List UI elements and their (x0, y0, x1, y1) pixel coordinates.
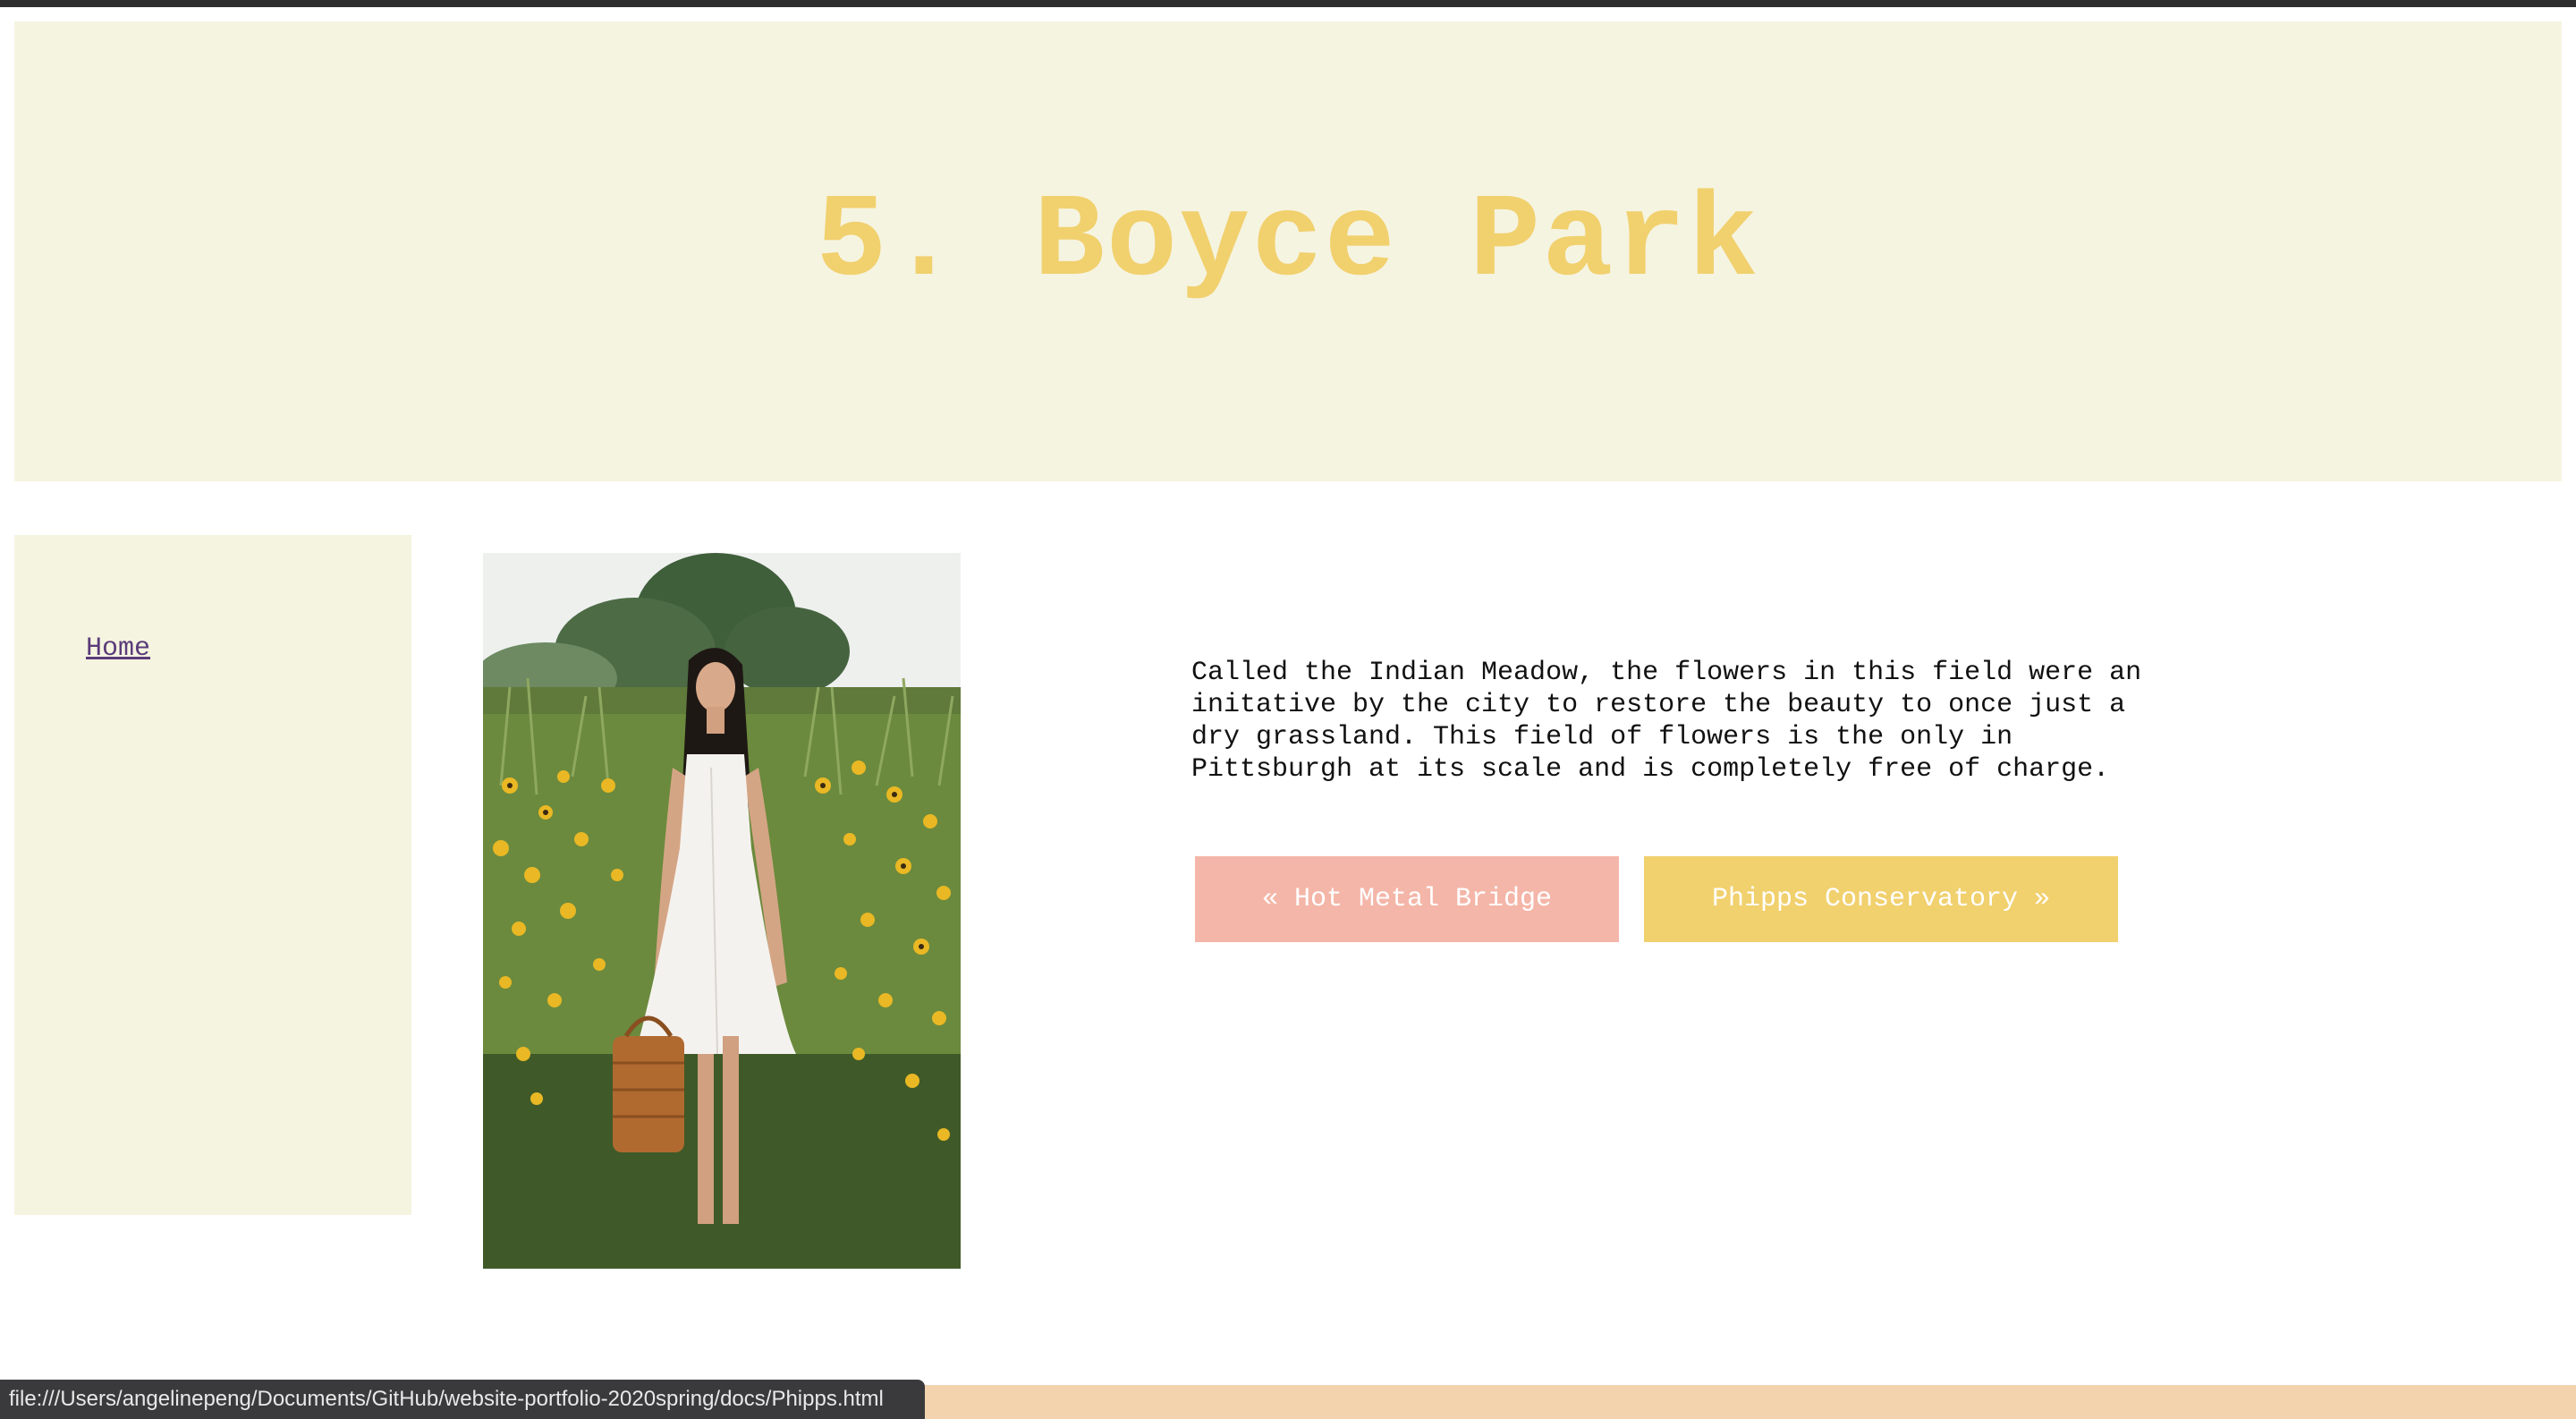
sidebar: Home (14, 535, 411, 1215)
browser-top-bar (0, 0, 2576, 7)
page-title: 5. Boyce Park (816, 175, 1760, 310)
page-header: 5. Boyce Park (14, 21, 2562, 481)
meadow-photo (483, 553, 961, 1269)
home-link[interactable]: Home (86, 633, 150, 664)
next-location-button[interactable]: Phipps Conservatory » (1644, 856, 2118, 942)
description-text: Called the Indian Meadow, the flowers in… (1191, 658, 2142, 785)
browser-status-bar: file:///Users/angelinepeng/Documents/Git… (0, 1380, 925, 1419)
prev-location-button[interactable]: « Hot Metal Bridge (1195, 856, 1619, 942)
